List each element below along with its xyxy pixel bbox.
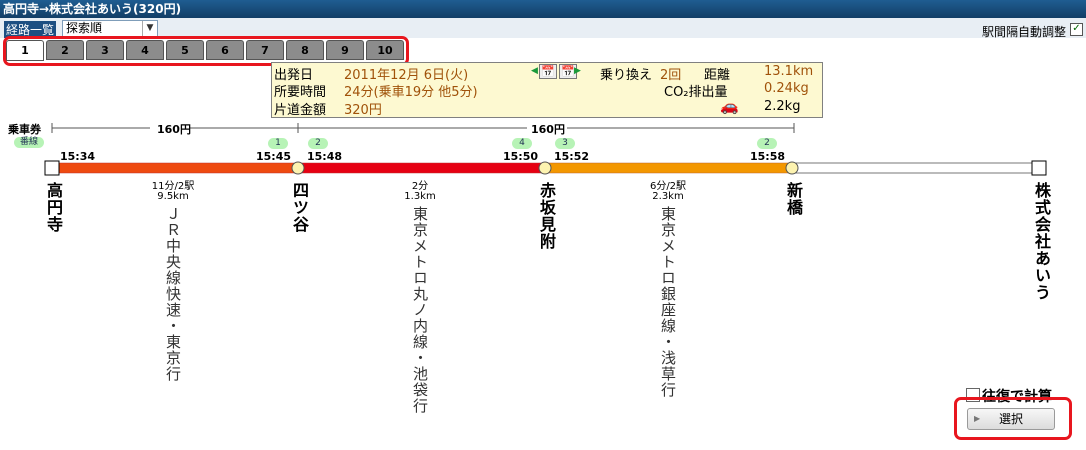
station-name-destination[interactable]: 株式会社あいう (1029, 182, 1053, 301)
leg-2-bar (297, 162, 546, 174)
time-depart-koenji: 15:34 (60, 150, 96, 163)
platform-badge-yotsuya-dep: 2 (308, 138, 328, 149)
platform-badge-akasaka-dep: 3 (555, 138, 575, 149)
leg-2-line[interactable]: 東京メトロ丸ノ内線・池袋行 (410, 206, 431, 414)
leg-3-time: 6分/2駅 (649, 181, 687, 192)
station-end-marker (1031, 160, 1047, 176)
leg-3-bar (544, 162, 793, 174)
station-name-akasaka[interactable]: 赤坂見附 (534, 182, 558, 250)
station-name-koenji[interactable]: 高円寺 (41, 182, 65, 233)
platform-badge-akasaka-arr: 4 (512, 138, 532, 149)
time-arrive-yotsuya: 15:45 (256, 150, 292, 163)
leg-1-distance: 9.5km (157, 191, 189, 202)
time-depart-yotsuya: 15:48 (307, 150, 343, 163)
leg-1-bar (51, 162, 299, 174)
time-arrive-shimbashi: 15:58 (750, 150, 786, 163)
leg-4-bar (791, 162, 1040, 174)
time-arrive-akasaka: 15:50 (503, 150, 539, 163)
leg-3-line[interactable]: 東京メトロ銀座線・浅草行 (658, 206, 679, 398)
station-start-marker (44, 160, 60, 176)
station-marker-akasaka (538, 161, 552, 175)
leg-2-distance: 1.3km (404, 191, 436, 202)
station-name-shimbashi[interactable]: 新橋 (781, 182, 805, 216)
leg-3-distance: 2.3km (652, 191, 684, 202)
leg-1-time: 11分/2駅 (151, 181, 195, 192)
time-depart-akasaka: 15:52 (554, 150, 590, 163)
station-marker-shimbashi (785, 161, 799, 175)
station-marker-yotsuya (291, 161, 305, 175)
platform-badge-shimbashi-arr: 2 (757, 138, 777, 149)
platform-badge-yotsuya-arr: 1 (268, 138, 288, 149)
select-highlight (954, 397, 1072, 440)
station-name-yotsuya[interactable]: 四ツ谷 (287, 182, 311, 233)
leg-2-time: 2分 (411, 181, 429, 192)
leg-1-line[interactable]: ＪＲ中央線快速・東京行 (163, 206, 184, 382)
